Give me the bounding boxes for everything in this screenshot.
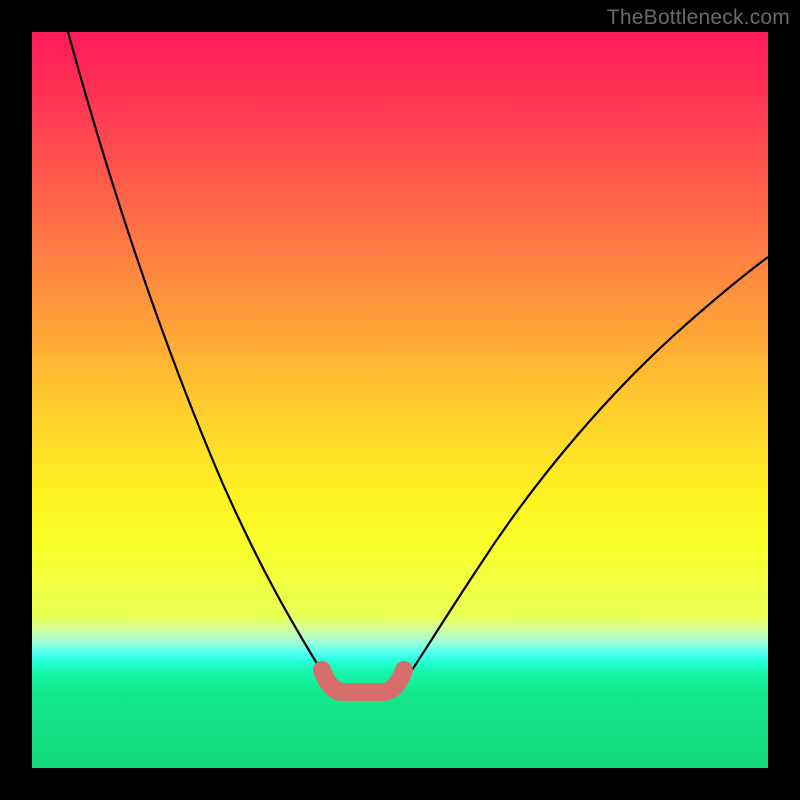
plot-area	[32, 32, 768, 768]
chart-canvas	[32, 32, 768, 768]
watermark-text: TheBottleneck.com	[607, 6, 790, 30]
bottom-hump	[322, 670, 404, 692]
chart-frame: TheBottleneck.com	[0, 0, 800, 800]
right-curve-line	[397, 257, 768, 692]
left-curve-line	[68, 32, 334, 693]
